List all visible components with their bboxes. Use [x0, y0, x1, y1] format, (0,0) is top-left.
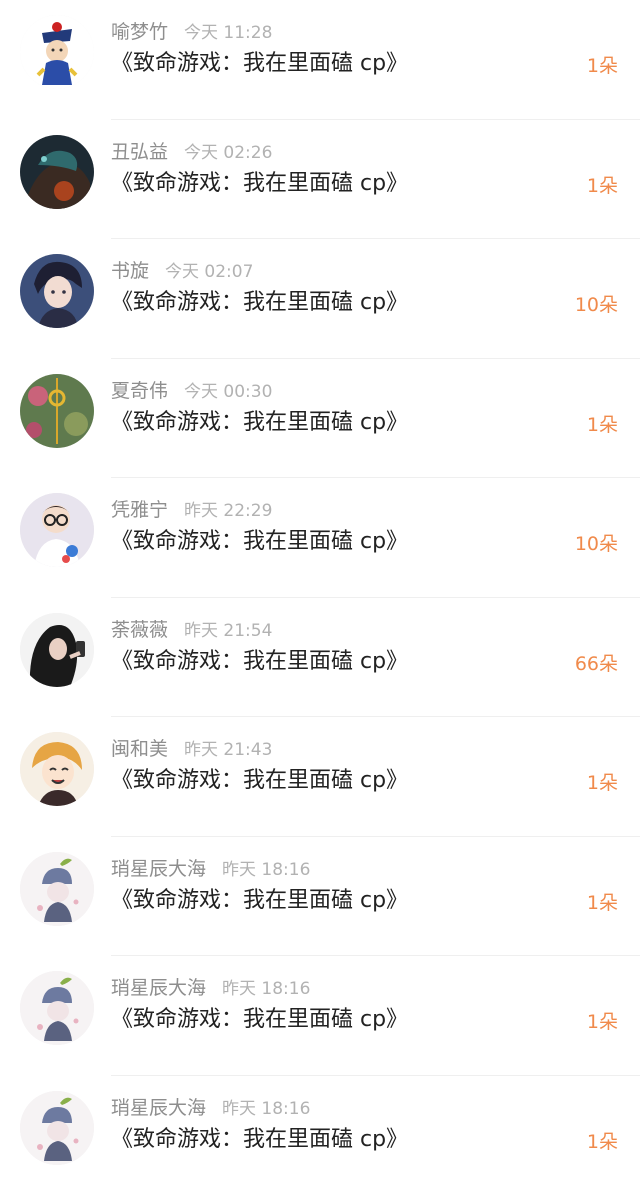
- book-title: 《致命游戏：我在里面磕 cp》: [111, 168, 408, 200]
- glasses-boy-avatar-icon: [20, 493, 94, 567]
- gift-amount: 1朵: [587, 52, 618, 80]
- item-meta: 夏奇伟今天 00:30: [111, 377, 272, 405]
- list-item[interactable]: 书旋今天 02:07 《致命游戏：我在里面磕 cp》 10朵: [0, 239, 640, 359]
- list-item[interactable]: 夏奇伟今天 00:30 《致命游戏：我在里面磕 cp》 1朵: [0, 359, 640, 479]
- smiling-anime-avatar-icon: [20, 732, 94, 806]
- avatar[interactable]: [20, 1091, 94, 1165]
- item-meta: 喻梦竹今天 11:28: [111, 18, 272, 46]
- girl-with-phone-avatar-icon: [20, 613, 94, 687]
- timestamp: 今天 11:28: [184, 23, 272, 43]
- gift-amount: 1朵: [587, 889, 618, 917]
- qing-official-cartoon-avatar-icon: [20, 15, 94, 89]
- user-name[interactable]: 书旋: [111, 260, 149, 282]
- user-name[interactable]: 丑弘益: [111, 141, 168, 163]
- avatar[interactable]: [20, 15, 94, 89]
- item-meta: 琑星辰大海昨天 18:16: [111, 855, 310, 883]
- avatar[interactable]: [20, 135, 94, 209]
- book-title: 《致命游戏：我在里面磕 cp》: [111, 48, 408, 80]
- gift-amount: 1朵: [587, 769, 618, 797]
- chibi-hat-avatar-icon: [20, 852, 94, 926]
- avatar[interactable]: [20, 254, 94, 328]
- avatar[interactable]: [20, 732, 94, 806]
- avatar[interactable]: [20, 613, 94, 687]
- list-item[interactable]: 闽和美昨天 21:43 《致命游戏：我在里面磕 cp》 1朵: [0, 717, 640, 837]
- gift-amount: 1朵: [587, 1128, 618, 1156]
- avatar[interactable]: [20, 493, 94, 567]
- gift-record-list: 喻梦竹今天 11:28 《致命游戏：我在里面磕 cp》 1朵 丑弘益今天 02:…: [0, 0, 640, 1180]
- book-title: 《致命游戏：我在里面磕 cp》: [111, 885, 408, 917]
- gift-amount: 66朵: [575, 650, 618, 678]
- gift-amount: 1朵: [587, 411, 618, 439]
- timestamp: 昨天 18:16: [222, 860, 310, 880]
- anime-boy-avatar-icon: [20, 254, 94, 328]
- item-meta: 凭雅宁昨天 22:29: [111, 496, 272, 524]
- item-meta: 荼薇薇昨天 21:54: [111, 616, 272, 644]
- timestamp: 昨天 18:16: [222, 1099, 310, 1119]
- list-item[interactable]: 琑星辰大海昨天 18:16 《致命游戏：我在里面磕 cp》 1朵: [0, 956, 640, 1076]
- dark-fantasy-warrior-avatar-icon: [20, 135, 94, 209]
- flower-ornament-avatar-icon: [20, 374, 94, 448]
- timestamp: 今天 00:30: [184, 382, 272, 402]
- gift-amount: 1朵: [587, 1008, 618, 1036]
- item-meta: 琑星辰大海昨天 18:16: [111, 1094, 310, 1122]
- timestamp: 今天 02:07: [165, 262, 253, 282]
- timestamp: 昨天 22:29: [184, 501, 272, 521]
- book-title: 《致命游戏：我在里面磕 cp》: [111, 407, 408, 439]
- user-name[interactable]: 琑星辰大海: [111, 1097, 206, 1119]
- item-meta: 闽和美昨天 21:43: [111, 735, 272, 763]
- list-item[interactable]: 荼薇薇昨天 21:54 《致命游戏：我在里面磕 cp》 66朵: [0, 598, 640, 718]
- avatar[interactable]: [20, 374, 94, 448]
- list-item[interactable]: 凭雅宁昨天 22:29 《致命游戏：我在里面磕 cp》 10朵: [0, 478, 640, 598]
- chibi-hat-avatar-icon: [20, 1091, 94, 1165]
- book-title: 《致命游戏：我在里面磕 cp》: [111, 1004, 408, 1036]
- chibi-hat-avatar-icon: [20, 971, 94, 1045]
- avatar[interactable]: [20, 852, 94, 926]
- book-title: 《致命游戏：我在里面磕 cp》: [111, 287, 408, 319]
- item-meta: 丑弘益今天 02:26: [111, 138, 272, 166]
- gift-amount: 10朵: [575, 530, 618, 558]
- user-name[interactable]: 凭雅宁: [111, 499, 168, 521]
- gift-amount: 10朵: [575, 291, 618, 319]
- avatar[interactable]: [20, 971, 94, 1045]
- user-name[interactable]: 荼薇薇: [111, 619, 168, 641]
- user-name[interactable]: 闽和美: [111, 738, 168, 760]
- book-title: 《致命游戏：我在里面磕 cp》: [111, 1124, 408, 1156]
- timestamp: 昨天 21:43: [184, 740, 272, 760]
- list-item[interactable]: 琑星辰大海昨天 18:16 《致命游戏：我在里面磕 cp》 1朵: [0, 1076, 640, 1195]
- item-meta: 琑星辰大海昨天 18:16: [111, 974, 310, 1002]
- user-name[interactable]: 夏奇伟: [111, 380, 168, 402]
- user-name[interactable]: 琑星辰大海: [111, 858, 206, 880]
- list-item[interactable]: 琑星辰大海昨天 18:16 《致命游戏：我在里面磕 cp》 1朵: [0, 837, 640, 957]
- timestamp: 昨天 18:16: [222, 979, 310, 999]
- gift-amount: 1朵: [587, 172, 618, 200]
- list-item[interactable]: 丑弘益今天 02:26 《致命游戏：我在里面磕 cp》 1朵: [0, 120, 640, 240]
- book-title: 《致命游戏：我在里面磕 cp》: [111, 646, 408, 678]
- timestamp: 昨天 21:54: [184, 621, 272, 641]
- book-title: 《致命游戏：我在里面磕 cp》: [111, 526, 408, 558]
- book-title: 《致命游戏：我在里面磕 cp》: [111, 765, 408, 797]
- user-name[interactable]: 琑星辰大海: [111, 977, 206, 999]
- user-name[interactable]: 喻梦竹: [111, 21, 168, 43]
- list-item[interactable]: 喻梦竹今天 11:28 《致命游戏：我在里面磕 cp》 1朵: [0, 0, 640, 120]
- item-meta: 书旋今天 02:07: [111, 257, 253, 285]
- timestamp: 今天 02:26: [184, 143, 272, 163]
